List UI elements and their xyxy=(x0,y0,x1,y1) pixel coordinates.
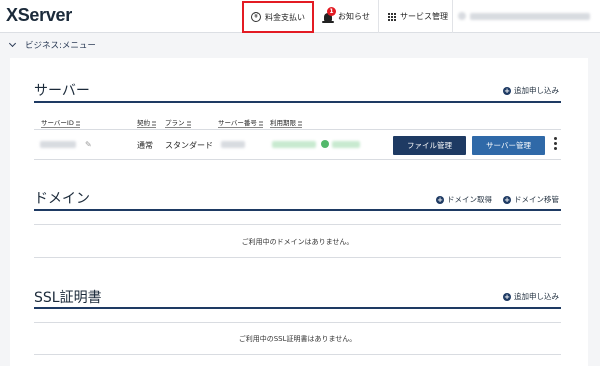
file-management-button[interactable]: ファイル管理 xyxy=(393,136,466,155)
section-divider xyxy=(34,307,561,309)
plus-circle-icon: + xyxy=(503,86,511,95)
notification-badge: 1 xyxy=(327,6,336,16)
account-menu[interactable] xyxy=(458,10,596,22)
column-header-plan[interactable]: プラン xyxy=(165,119,191,128)
column-header-expiry[interactable]: 利用期限 xyxy=(270,119,302,128)
status-label-redacted xyxy=(332,141,360,148)
table-row-line xyxy=(34,159,561,160)
business-menu-toggle[interactable]: ビジネス:メニュー xyxy=(0,34,600,56)
server-management-button[interactable]: サーバー管理 xyxy=(472,136,545,155)
sort-icon xyxy=(75,120,80,126)
payment-nav-label: 料金支払い xyxy=(265,12,305,22)
domain-transfer-link[interactable]: + ドメイン移管 xyxy=(503,194,559,205)
domain-section-title: ドメイン xyxy=(34,191,90,207)
main-panel: サーバー + 追加申し込み サーバーID 契約 プラン サーバー番号 利用期限 … xyxy=(10,58,588,366)
server-number-redacted xyxy=(221,141,245,148)
server-section-title: サーバー xyxy=(34,83,90,99)
table-line xyxy=(34,322,561,323)
status-check-icon xyxy=(321,140,329,148)
pencil-icon[interactable]: ✎ xyxy=(85,140,92,149)
service-nav-label: サービス管理 xyxy=(400,12,448,21)
sort-icon xyxy=(152,120,156,126)
xserver-logo[interactable]: XServer xyxy=(6,5,72,26)
expiry-date-redacted xyxy=(272,141,316,148)
table-line xyxy=(34,257,561,258)
plus-circle-icon: + xyxy=(503,195,511,204)
top-header: XServer ¥ 料金支払い 1 お知らせ サービス管理 xyxy=(0,0,600,33)
avatar xyxy=(458,12,466,20)
business-menu-label: ビジネス:メニュー xyxy=(25,41,96,51)
sort-icon xyxy=(298,120,302,126)
domain-transfer-label: ドメイン移管 xyxy=(514,195,559,204)
domain-acquire-link[interactable]: + ドメイン取得 xyxy=(436,194,492,205)
plus-circle-icon: + xyxy=(436,195,444,204)
server-add-link[interactable]: + 追加申し込み xyxy=(503,85,559,96)
plan-cell: スタンダード xyxy=(165,141,213,150)
plus-circle-icon: + xyxy=(503,292,511,301)
server-add-label: 追加申し込み xyxy=(514,86,559,95)
column-header-contract[interactable]: 契約 xyxy=(137,119,156,128)
column-header-server-id[interactable]: サーバーID xyxy=(41,119,80,128)
account-name-redacted xyxy=(470,12,590,20)
nav-divider xyxy=(378,0,379,33)
news-nav-button[interactable]: 1 お知らせ xyxy=(322,0,370,33)
table-header-line xyxy=(34,129,561,130)
sort-icon xyxy=(186,120,191,126)
table-line xyxy=(34,354,561,355)
sort-icon xyxy=(258,120,263,126)
nav-divider xyxy=(452,0,453,33)
more-options-icon[interactable] xyxy=(554,137,557,150)
service-management-nav-button[interactable]: サービス管理 xyxy=(388,0,448,33)
contract-cell: 通常 xyxy=(137,141,153,150)
server-id-redacted xyxy=(40,141,76,148)
news-nav-label: お知らせ xyxy=(338,12,370,21)
ssl-section-title: SSL証明書 xyxy=(34,290,102,306)
section-divider xyxy=(34,101,561,103)
yen-icon: ¥ xyxy=(251,12,261,22)
section-divider xyxy=(34,209,561,211)
bell-icon: 1 xyxy=(322,6,336,24)
ssl-add-label: 追加申し込み xyxy=(514,292,559,301)
grid-icon xyxy=(388,12,396,21)
table-line xyxy=(34,224,561,225)
ssl-empty-message: ご利用中のSSL証明書はありません。 xyxy=(238,335,357,343)
column-header-server-number[interactable]: サーバー番号 xyxy=(218,119,263,128)
domain-acquire-label: ドメイン取得 xyxy=(447,195,492,204)
ssl-add-link[interactable]: + 追加申し込み xyxy=(503,291,559,302)
domain-empty-message: ご利用中のドメインはありません。 xyxy=(241,238,354,246)
chevron-down-icon xyxy=(8,39,17,48)
payment-nav-button[interactable]: ¥ 料金支払い xyxy=(242,1,314,33)
